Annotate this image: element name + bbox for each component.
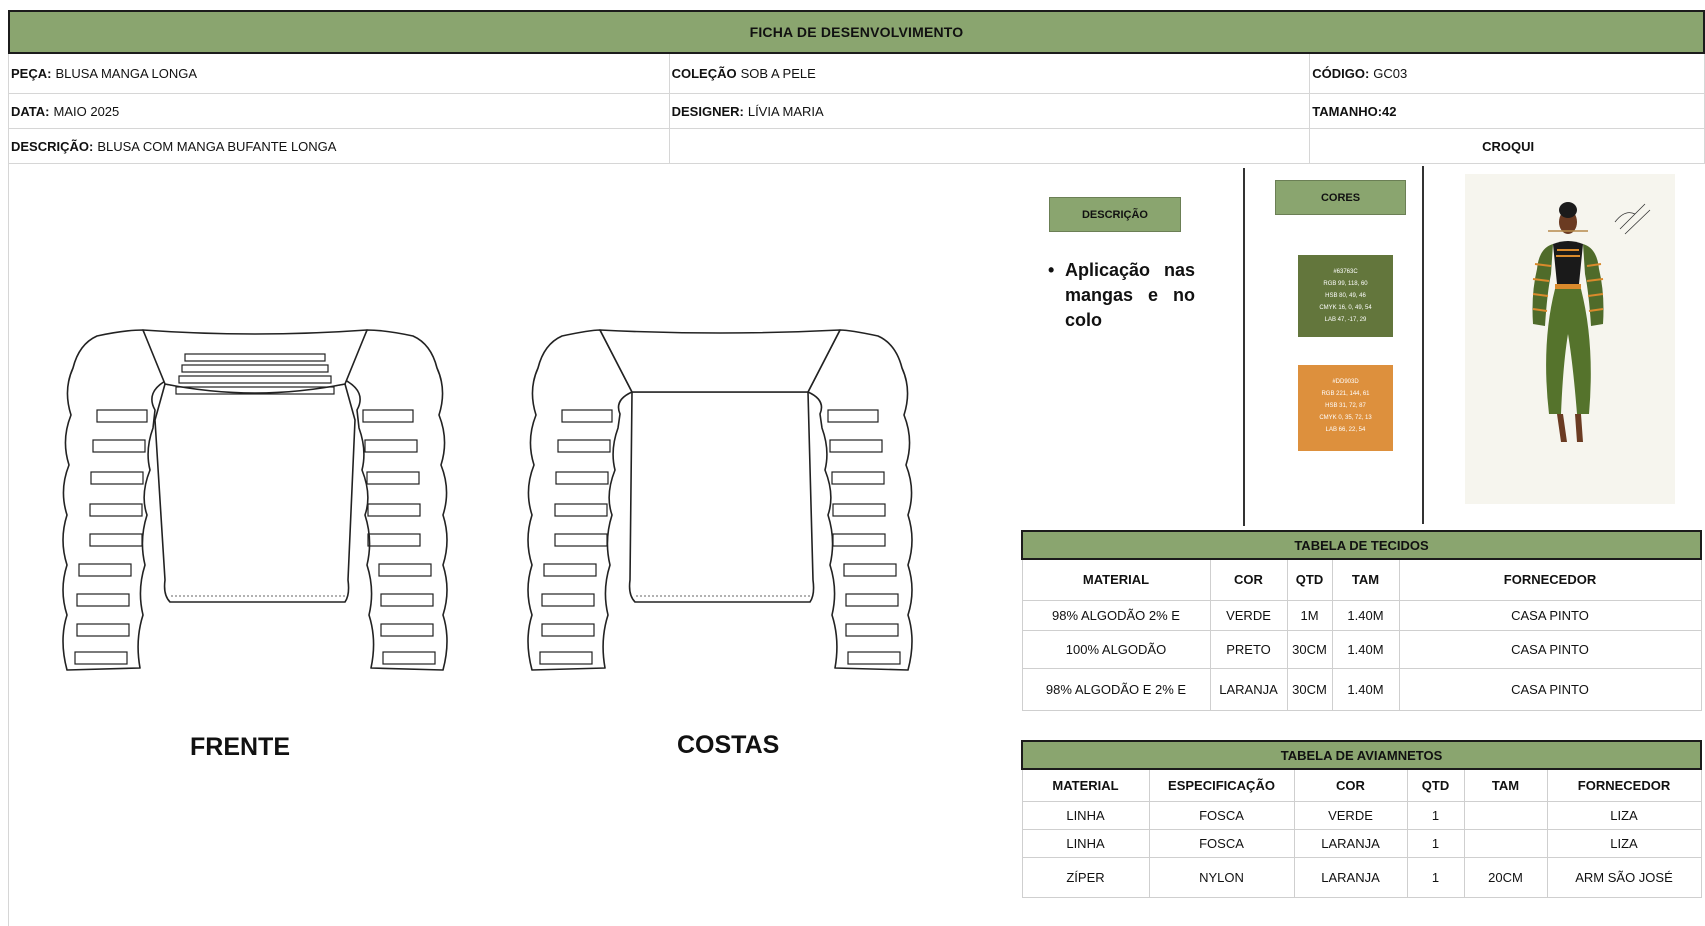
cell: 30CM (1286, 629, 1333, 669)
descricao-field: DESCRIÇÃO: BLUSA COM MANGA BUFANTE LONGA (9, 129, 670, 163)
fabrics-header-qtd: QTD (1286, 558, 1333, 601)
cell: ZÍPER (1021, 856, 1150, 898)
trims-header-material: MATERIAL (1021, 768, 1150, 802)
cell: 1.40M (1331, 599, 1400, 631)
cell: CASA PINTO (1398, 667, 1702, 711)
cell: VERDE (1209, 599, 1288, 631)
cell: LARANJA (1293, 856, 1408, 898)
descricao-title: DESCRIÇÃO (1049, 197, 1181, 232)
cell: 1 (1406, 856, 1465, 898)
cell: 1 (1406, 800, 1465, 830)
cell: 100% ALGODÃO (1021, 629, 1211, 669)
cell: NYLON (1148, 856, 1295, 898)
data-field: DATA: MAIO 2025 (9, 94, 670, 128)
codigo-field: CÓDIGO: GC03 (1310, 54, 1705, 93)
cell (1463, 828, 1548, 858)
trims-header-qtd: QTD (1406, 768, 1465, 802)
divider-right (1422, 166, 1424, 524)
fabrics-table: TABELA DE TECIDOS MATERIAL COR QTD TAM F… (1021, 530, 1702, 711)
front-label: FRENTE (190, 733, 290, 761)
fabrics-header-material: MATERIAL (1021, 558, 1211, 601)
descricao-bullet-text: Aplicação nas mangas e no colo (1065, 260, 1195, 330)
cell: FOSCA (1148, 828, 1295, 858)
cell: LINHA (1021, 800, 1150, 830)
front-flat-drawing (62, 329, 448, 671)
fabrics-table-caption: TABELA DE TECIDOS (1021, 530, 1702, 560)
trims-header-cor: COR (1293, 768, 1408, 802)
fabrics-header-fornecedor: FORNECEDOR (1398, 558, 1702, 601)
cell: 1 (1406, 828, 1465, 858)
swatch-orange: #DD903D RGB 221, 144, 61 HSB 31, 72, 87 … (1298, 365, 1393, 451)
cell: 30CM (1286, 667, 1333, 711)
table-row: 98% ALGODÃO 2% E VERDE 1M 1.40M CASA PINTO (1021, 599, 1702, 631)
divider-left (1243, 168, 1245, 526)
table-row: ZÍPER NYLON LARANJA 1 20CM ARM SÃO JOSÉ (1021, 856, 1702, 898)
info-row-2: DATA: MAIO 2025 DESIGNER: LÍVIA MARIA TAMA… (8, 94, 1705, 129)
fabrics-header-cor: COR (1209, 558, 1288, 601)
trims-header-especificacao: ESPECIFICAÇÃO (1148, 768, 1295, 802)
cell: 20CM (1463, 856, 1548, 898)
cores-title: CORES (1275, 180, 1406, 215)
tamanho-field: TAMANHO:42 (1310, 94, 1705, 128)
cell: 1.40M (1331, 629, 1400, 669)
cell: 98% ALGODÃO E 2% E (1021, 667, 1211, 711)
cell: 1.40M (1331, 667, 1400, 711)
croqui-label: CROQUI (1310, 129, 1705, 163)
cell: CASA PINTO (1398, 599, 1702, 631)
descricao-bullet: • Aplicação nas mangas e no colo (1048, 258, 1196, 333)
back-label: COSTAS (677, 731, 780, 759)
cell: VERDE (1293, 800, 1408, 830)
peca-field: PEÇA: BLUSA MANGA LONGA (9, 54, 670, 93)
trims-table: TABELA DE AVIAMNETOS MATERIAL ESPECIFICA… (1021, 740, 1702, 898)
cell: LARANJA (1209, 667, 1288, 711)
cell: LIZA (1546, 800, 1702, 830)
back-flat-drawing (527, 329, 913, 671)
trims-header-fornecedor: FORNECEDOR (1546, 768, 1702, 802)
table-row: LINHA FOSCA VERDE 1 LIZA (1021, 800, 1702, 830)
info-row-1: PEÇA: BLUSA MANGA LONGA COLEÇÃO SOB A PELE… (8, 54, 1705, 94)
info-row-3: DESCRIÇÃO: BLUSA COM MANGA BUFANTE LONGA … (8, 129, 1705, 164)
cell: 98% ALGODÃO 2% E (1021, 599, 1211, 631)
cell (1463, 800, 1548, 830)
empty-field (670, 129, 1311, 163)
cell: PRETO (1209, 629, 1288, 669)
cell: CASA PINTO (1398, 629, 1702, 669)
cell: LINHA (1021, 828, 1150, 858)
cell: 1M (1286, 599, 1333, 631)
cell: ARM SÃO JOSÉ (1546, 856, 1702, 898)
table-row: 98% ALGODÃO E 2% E LARANJA 30CM 1.40M CASA P… (1021, 667, 1702, 711)
sheet-title: FICHA DE DESENVOLVIMENTO (8, 10, 1705, 54)
cell: LARANJA (1293, 828, 1408, 858)
swatch-green: #63763C RGB 99, 118, 60 HSB 80, 49, 46 C… (1298, 255, 1393, 337)
designer-field: DESIGNER: LÍVIA MARIA (670, 94, 1311, 128)
cell: LIZA (1546, 828, 1702, 858)
table-row: LINHA FOSCA LARANJA 1 LIZA (1021, 828, 1702, 858)
colecao-field: COLEÇÃO SOB A PELE (670, 54, 1311, 93)
trims-table-caption: TABELA DE AVIAMNETOS (1021, 740, 1702, 770)
trims-header-tam: TAM (1463, 768, 1548, 802)
table-row: 100% ALGODÃO PRETO 30CM 1.40M CASA PINTO (1021, 629, 1702, 669)
cell: FOSCA (1148, 800, 1295, 830)
croqui-illustration (1465, 174, 1675, 504)
fabrics-header-tam: TAM (1331, 558, 1400, 601)
page-border (8, 164, 9, 926)
